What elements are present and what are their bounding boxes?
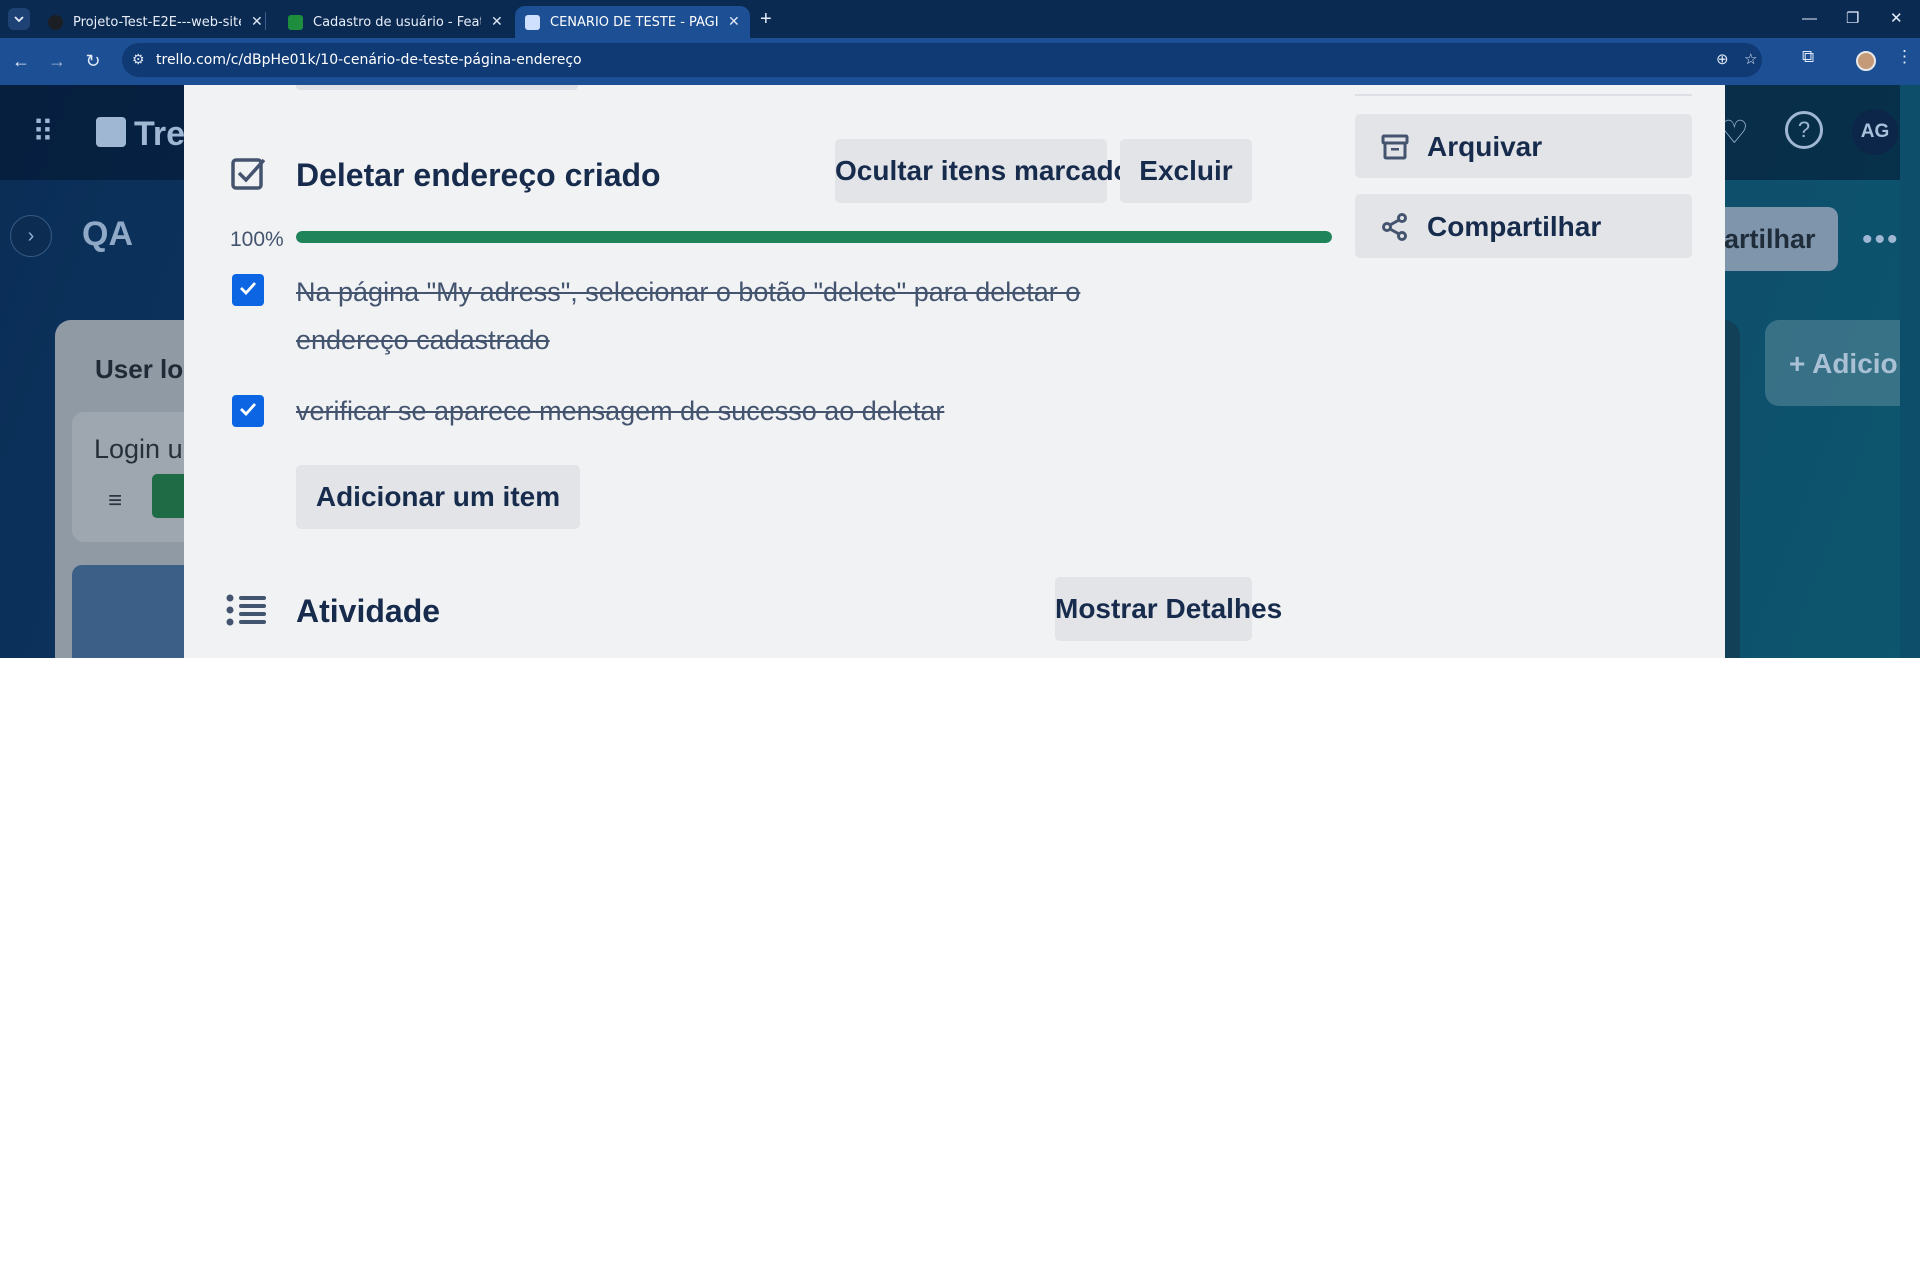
profile-avatar[interactable] — [1856, 51, 1876, 71]
browser-menu-icon[interactable]: ⋮ — [1896, 47, 1913, 67]
app-switcher-icon[interactable]: ⠿ — [32, 115, 54, 150]
activity-icon — [226, 594, 266, 626]
minimize-button[interactable]: — — [1802, 6, 1817, 32]
browser-toolbar: ← → ↻ ⚙ trello.com/c/dBpHe01k/10-cenário… — [0, 38, 1920, 85]
new-tab-button[interactable]: + — [760, 6, 772, 32]
tab-sheets[interactable]: Cadastro de usuário - Feature - ✕ — [278, 6, 513, 38]
tab-separator — [265, 12, 266, 30]
help-icon[interactable]: ? — [1785, 111, 1823, 149]
extensions-icon[interactable]: ⧉ — [1802, 47, 1814, 67]
github-icon — [48, 14, 63, 30]
list-title[interactable]: User lo — [95, 354, 183, 385]
share-icon — [1382, 213, 1407, 241]
tab-trello[interactable]: CENÁRIO DE TESTE - PÁGINA E ✕ — [515, 6, 750, 38]
checklist-item-text[interactable]: verificar se aparece mensagem de sucesso… — [296, 387, 1126, 435]
back-button[interactable]: ← — [8, 48, 34, 74]
share-label: Compartilhar — [1427, 211, 1602, 242]
checklist-title[interactable]: Deletar endereço criado — [296, 157, 661, 194]
share-card-button[interactable]: Compartilhar — [1355, 194, 1692, 258]
archive-icon — [1381, 134, 1409, 160]
description-icon: ≡ — [108, 487, 123, 514]
close-tab-icon[interactable]: ✕ — [251, 14, 263, 30]
browser-window: Projeto-Test-E2E---web-site-My ✕ Cadastr… — [0, 0, 1920, 658]
tab-title: Projeto-Test-E2E---web-site-My — [73, 14, 241, 30]
add-list-button[interactable]: + Adicio — [1765, 320, 1920, 406]
checkmark-icon — [240, 282, 257, 296]
close-tab-icon[interactable]: ✕ — [491, 14, 503, 30]
board-title[interactable]: QA — [82, 215, 133, 254]
activity-title: Atividade — [296, 593, 441, 629]
previous-section-edge — [296, 85, 578, 90]
item-checkbox[interactable] — [232, 395, 264, 427]
sidebar-toggle-button[interactable]: › — [10, 215, 52, 257]
member-avatar[interactable]: AG — [1852, 109, 1898, 155]
restore-button[interactable]: ❐ — [1846, 6, 1859, 32]
card-detail-modal: Deletar endereço criado Ocultar itens ma… — [184, 85, 1725, 658]
checklist-icon — [231, 158, 266, 190]
tab-title: Cadastro de usuário - Feature - — [313, 14, 481, 30]
checklist-item-text[interactable]: Na página "My adress", selecionar o botã… — [296, 268, 1126, 364]
tab-title: CENÁRIO DE TESTE - PÁGINA E — [550, 14, 718, 30]
address-url[interactable]: trello.com/c/dBpHe01k/10-cenário-de-test… — [156, 52, 582, 68]
chevron-down-icon — [14, 16, 24, 23]
hide-checked-items-button[interactable]: Ocultar itens marcados — [835, 139, 1146, 203]
item-checkbox[interactable] — [232, 274, 264, 306]
progress-fill — [296, 231, 1332, 243]
site-info-icon[interactable]: ⚙ — [132, 51, 145, 68]
bookmark-star-icon[interactable]: ☆ — [1744, 50, 1757, 68]
sheets-icon — [288, 14, 303, 30]
add-item-button[interactable]: Adicionar um item — [296, 465, 580, 529]
archive-label: Arquivar — [1427, 131, 1543, 162]
trello-icon — [525, 14, 540, 30]
tab-github[interactable]: Projeto-Test-E2E---web-site-My ✕ — [38, 6, 273, 38]
show-details-button[interactable]: Mostrar Detalhes — [1055, 577, 1282, 641]
forward-button[interactable]: → — [44, 48, 70, 74]
reload-button[interactable]: ↻ — [80, 48, 106, 74]
card-title: Login u — [94, 434, 183, 464]
tab-search-button[interactable] — [8, 8, 30, 30]
progress-percentage: 100% — [230, 228, 284, 251]
close-window-button[interactable]: ✕ — [1890, 6, 1903, 32]
more-options-icon[interactable]: ••• — [1862, 223, 1900, 257]
trello-logo-text: Tre — [134, 115, 186, 153]
delete-checklist-button[interactable]: Excluir — [1120, 139, 1252, 203]
tab-strip: Projeto-Test-E2E---web-site-My ✕ Cadastr… — [0, 0, 1920, 38]
zoom-icon[interactable]: ⊕ — [1716, 50, 1729, 68]
trello-logo-icon — [96, 117, 126, 147]
archive-button[interactable]: Arquivar — [1355, 114, 1692, 178]
checkmark-icon — [240, 403, 257, 417]
close-tab-icon[interactable]: ✕ — [728, 14, 740, 30]
page-scrollbar[interactable] — [1900, 85, 1920, 658]
checklist-progress-bar — [296, 231, 1332, 243]
sidebar-divider — [1355, 94, 1692, 96]
address-bar[interactable]: ⚙ trello.com/c/dBpHe01k/10-cenário-de-te… — [122, 43, 1762, 77]
